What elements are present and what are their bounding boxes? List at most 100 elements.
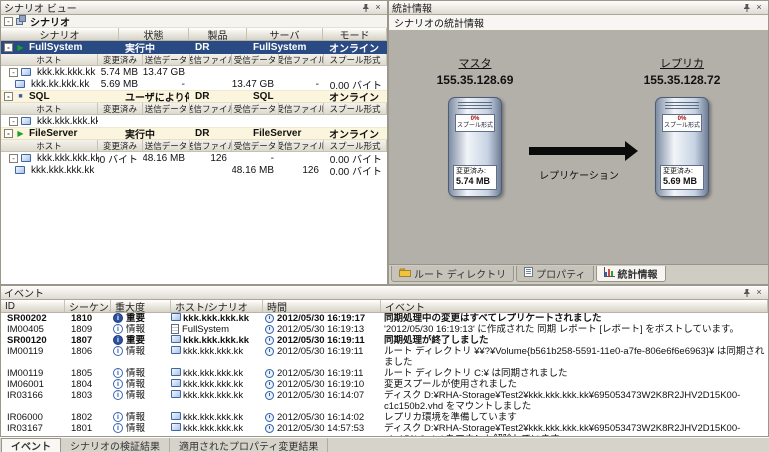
tab-applied-property-changes[interactable]: 適用されたプロパティ変更結果 xyxy=(170,438,328,452)
tree-expander-icon[interactable]: - xyxy=(4,129,13,138)
column-header-time[interactable]: 時間 xyxy=(263,300,381,312)
event-time-cell: 2012/05/30 16:19:17 xyxy=(263,313,381,324)
close-icon[interactable]: × xyxy=(753,2,765,13)
events-title: イベント xyxy=(4,285,741,300)
column-header-scenario[interactable]: シナリオ xyxy=(1,28,119,40)
host-row[interactable]: -kkk.kk.kkk.kk5.74 MB13.47 GB xyxy=(1,66,387,78)
pin-icon[interactable] xyxy=(741,287,753,298)
host-column-header[interactable]: 受信ファイル xyxy=(279,103,324,114)
tab-statistics[interactable]: 統計情報 xyxy=(596,266,666,282)
properties-icon xyxy=(524,267,533,280)
event-message: 同期処理が終了しました xyxy=(381,335,492,346)
event-id-cell: IM00405 xyxy=(1,324,65,335)
host-column-header[interactable]: スプール形式 xyxy=(324,54,387,65)
host-column-header[interactable]: 受信データ xyxy=(232,140,279,151)
host-computer-icon xyxy=(171,390,181,398)
host-column-header[interactable]: 受信ファイル xyxy=(279,140,324,151)
host-row[interactable]: - kkk.kkk.kkk.kk xyxy=(1,115,387,127)
tree-expander-icon[interactable]: - xyxy=(9,154,18,163)
event-time-cell: 2012/05/30 16:19:13 xyxy=(263,324,381,335)
host-column-header[interactable]: 受信ファイル xyxy=(279,54,324,65)
host-stat-cell xyxy=(324,66,387,78)
column-header-server[interactable]: サーバ xyxy=(247,28,323,40)
column-header-severity[interactable]: 重大度 xyxy=(111,300,171,312)
statistics-titlebar: 統計情報 × xyxy=(389,1,768,15)
event-row[interactable]: SR001201807i重要kkk.kkk.kkk.kk2012/05/30 1… xyxy=(1,335,768,346)
replica-spool-percent: 0% xyxy=(663,116,701,123)
host-column-header[interactable]: 変更済み xyxy=(98,103,143,114)
event-sequence-cell: 1805 xyxy=(65,368,111,379)
column-header-event[interactable]: イベント xyxy=(381,300,768,312)
event-row[interactable]: IR031671801i情報kkk.kkk.kkk.kk2012/05/30 1… xyxy=(1,423,768,436)
event-row[interactable]: IM001191806i情報kkk.kkk.kkk.kk2012/05/30 1… xyxy=(1,346,768,368)
events-column-header-row: ID シーケンス 重大度 ホスト/シナリオ 時間 イベント xyxy=(1,300,768,313)
event-row[interactable]: IR060001802i情報kkk.kkk.kkk.kk2012/05/30 1… xyxy=(1,412,768,423)
column-header-state[interactable]: 状態 xyxy=(119,28,189,40)
replica-changed-box: 変更済み: 5.69 MB xyxy=(660,165,704,190)
event-time-cell: 2012/05/30 16:19:11 xyxy=(263,368,381,379)
host-column-header[interactable]: ホスト xyxy=(1,103,98,114)
host-name-cell: kkk.kkk.kkk.kk xyxy=(1,164,98,176)
column-header-sequence[interactable]: シーケンス xyxy=(65,300,111,312)
tab-root-directories[interactable]: ルート ディレクトリ xyxy=(391,266,514,282)
tab-events[interactable]: イベント xyxy=(1,438,61,452)
scenario-cell: DR xyxy=(189,91,247,102)
event-row[interactable]: IM060011804i情報kkk.kkk.kkk.kk2012/05/30 1… xyxy=(1,379,768,390)
host-column-header[interactable]: スプール形式 xyxy=(324,103,387,114)
column-header-product[interactable]: 製品 xyxy=(189,28,247,40)
scenario-row[interactable]: -■SQLユーザにより停止DRSQLオンライン xyxy=(1,90,387,103)
host-stat-cell xyxy=(279,152,324,164)
event-sequence-cell: 1804 xyxy=(65,379,111,390)
event-row[interactable]: IR031661803i情報kkk.kkk.kkk.kk2012/05/30 1… xyxy=(1,390,768,412)
event-row[interactable]: IM001191805i情報kkk.kkk.kkk.kk2012/05/30 1… xyxy=(1,368,768,379)
host-column-header[interactable]: 送信データ xyxy=(143,140,190,151)
host-column-header[interactable]: ホスト xyxy=(1,54,98,65)
scenario-row[interactable]: -▶FullSystem実行中DRFullSystemオンライン xyxy=(1,41,387,54)
event-id-cell: IR03166 xyxy=(1,390,65,401)
scenario-root-label: シナリオ xyxy=(30,14,70,29)
host-row[interactable]: kkk.kkk.kkk.kk48.16 MB1260.00 バイト xyxy=(1,164,387,176)
pin-icon[interactable] xyxy=(360,2,372,13)
host-stat-cell xyxy=(279,115,324,127)
host-column-header[interactable]: 受信データ xyxy=(232,54,279,65)
tree-expander-icon[interactable]: - xyxy=(4,43,13,52)
host-column-header[interactable]: ホスト xyxy=(1,140,98,151)
host-column-header[interactable]: 変更済み xyxy=(98,54,143,65)
info-icon: i xyxy=(113,324,123,334)
tree-expander-icon[interactable]: - xyxy=(9,117,18,126)
statistics-diagram: マスタ 155.35.128.69 0% スプール形式 変更済み: 5.74 M… xyxy=(389,31,768,264)
host-row[interactable]: kkk.kk.kkk.kk5.69 MB-13.47 GB-0.00 バイト xyxy=(1,78,387,90)
host-column-header[interactable]: 送信ファイル xyxy=(190,140,232,151)
scenario-name: SQL xyxy=(29,91,50,102)
event-message: レプリカ環境を準備しています xyxy=(381,412,520,423)
tree-expander-icon[interactable]: - xyxy=(9,68,18,77)
host-name: kkk.kkk.kkk.kk xyxy=(37,116,98,127)
host-column-header[interactable]: 送信データ xyxy=(143,54,190,65)
tab-properties[interactable]: プロパティ xyxy=(516,266,593,282)
host-column-header[interactable]: 変更済み xyxy=(98,140,143,151)
scenario-root-node[interactable]: - シナリオ xyxy=(1,15,387,28)
tree-expander-icon[interactable]: - xyxy=(4,92,13,101)
host-row[interactable]: -kkk.kkk.kkk.kk0.00 バイト48.16 MB126-0.00 … xyxy=(1,152,387,164)
tab-scenario-validation-results[interactable]: シナリオの検証結果 xyxy=(61,438,170,452)
host-column-header[interactable]: 送信ファイル xyxy=(190,54,232,65)
close-icon[interactable]: × xyxy=(372,2,384,13)
host-column-header[interactable]: 受信データ xyxy=(232,103,279,114)
pin-icon[interactable] xyxy=(741,2,753,13)
scenario-icon xyxy=(171,324,179,334)
column-header-mode[interactable]: モード xyxy=(323,28,387,40)
scenario-column-header-row: シナリオ 状態 製品 サーバ モード xyxy=(1,28,387,41)
host-column-header[interactable]: スプール形式 xyxy=(324,140,387,151)
event-message: '2012/05/30 16:19:13' に作成された 同期 レポート [レポ… xyxy=(381,324,742,335)
column-header-id[interactable]: ID xyxy=(1,300,65,312)
close-icon[interactable]: × xyxy=(753,287,765,298)
tree-expander-icon[interactable]: - xyxy=(4,17,13,26)
host-column-header[interactable]: 送信ファイル xyxy=(190,103,232,114)
scenario-row[interactable]: -▶FileServer実行中DRFileServerオンライン xyxy=(1,127,387,140)
host-column-header[interactable]: 送信データ xyxy=(143,103,190,114)
host-name: kkk.kkk.kkk.kk xyxy=(37,153,98,164)
event-row[interactable]: IM004051809i情報FullSystem2012/05/30 16:19… xyxy=(1,324,768,335)
column-header-host-scenario[interactable]: ホスト/シナリオ xyxy=(171,300,263,312)
event-row[interactable]: SR002021810i重要kkk.kkk.kkk.kk2012/05/30 1… xyxy=(1,313,768,324)
scenario-stopped-icon: ■ xyxy=(16,93,25,100)
